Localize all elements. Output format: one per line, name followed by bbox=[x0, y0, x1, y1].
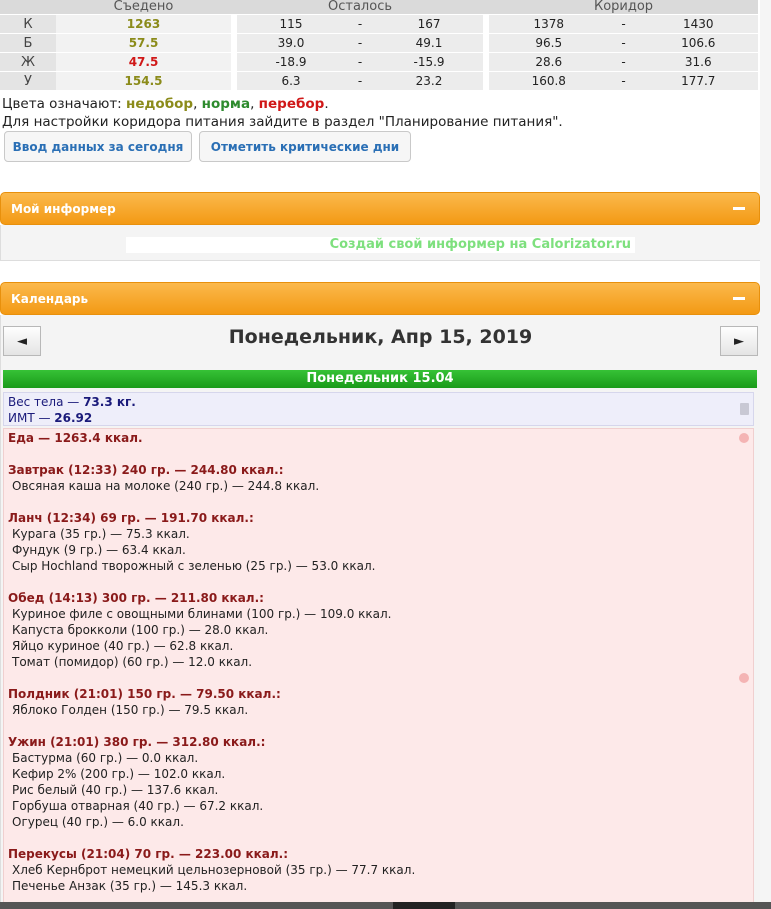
legend-over: перебор bbox=[258, 96, 325, 112]
meal-header: Ужин (21:01) 380 гр. — 312.80 ккал.: bbox=[8, 735, 266, 749]
list-item: Печенье Анзак (35 гр.) — 145.3 ккал. bbox=[12, 879, 248, 893]
header-eaten: Съедено bbox=[56, 0, 231, 15]
list-item: Куриное филе с овощными блинами (100 гр.… bbox=[12, 607, 392, 621]
page-scrollbar[interactable] bbox=[760, 0, 771, 909]
corridor-hint: Для настройки коридора питания зайдите в… bbox=[2, 114, 563, 130]
table-header-row: Съедено Осталось Коридор bbox=[0, 0, 758, 15]
meal-header: Обед (14:13) 300 гр. — 211.80 ккал.: bbox=[8, 591, 264, 605]
table-row: Б 57.5 39.0 - 49.1 96.5 - 106.6 bbox=[0, 33, 758, 53]
weight-box: Вес тела — 73.3 кг. ИМТ — 26.92 bbox=[3, 392, 754, 426]
dash: - bbox=[608, 14, 639, 34]
collapse-icon[interactable] bbox=[733, 207, 745, 210]
meal-header: Перекусы (21:04) 70 гр. — 223.00 ккал.: bbox=[8, 847, 289, 861]
corridor-max: 1430 bbox=[638, 14, 758, 34]
dash: - bbox=[608, 33, 639, 53]
bmi-value: 26.92 bbox=[54, 411, 93, 425]
remaining-min: 39.0 bbox=[237, 33, 346, 53]
list-item: Сыр Hochland творожный с зеленью (25 гр.… bbox=[12, 559, 376, 573]
day-header: Понедельник 15.04 bbox=[3, 370, 757, 388]
list-item: Хлеб Кернброт немецкий цельнозерновой (3… bbox=[12, 863, 416, 877]
legend-norm: норма bbox=[201, 96, 251, 112]
dash: - bbox=[345, 14, 376, 34]
table-row: К 1263 115 - 167 1378 - 1430 bbox=[0, 14, 758, 34]
color-legend: Цвета означают: недобор, норма, перебор. bbox=[2, 96, 329, 112]
mark-critical-days-button[interactable]: Отметить критические дни bbox=[199, 131, 411, 162]
dash: - bbox=[345, 33, 376, 53]
eaten-value: 1263 bbox=[56, 14, 231, 34]
list-item: Огурец (40 гр.) — 6.0 ккал. bbox=[12, 815, 184, 829]
informer-panel-header[interactable]: Мой информер bbox=[0, 192, 760, 225]
dash: - bbox=[345, 71, 376, 91]
dash: - bbox=[608, 71, 639, 91]
table-row: Ж 47.5 -18.9 - -15.9 28.6 - 31.6 bbox=[0, 52, 758, 72]
remaining-max: 23.2 bbox=[375, 71, 484, 91]
list-item: Фундук (9 гр.) — 63.4 ккал. bbox=[12, 543, 186, 557]
enter-today-data-button[interactable]: Ввод данных за сегодня bbox=[4, 131, 192, 162]
collapse-icon[interactable] bbox=[733, 297, 745, 300]
header-remaining: Осталось bbox=[237, 0, 484, 15]
corridor-min: 1378 bbox=[489, 14, 609, 34]
row-label: К bbox=[0, 14, 56, 34]
row-label: Ж bbox=[0, 52, 56, 72]
create-informer-link[interactable]: Создай свой информер на Calorizator.ru bbox=[126, 237, 635, 253]
list-item: Рис белый (40 гр.) — 137.6 ккал. bbox=[12, 783, 219, 797]
remaining-max: -15.9 bbox=[375, 52, 484, 72]
prev-day-button[interactable]: ◄ bbox=[3, 326, 41, 356]
calendar-panel-header[interactable]: Календарь bbox=[0, 282, 760, 315]
list-item: Яблоко Голден (150 гр.) — 79.5 ккал. bbox=[12, 703, 249, 717]
list-item: Курага (35 гр.) — 75.3 ккал. bbox=[12, 527, 190, 541]
list-item: Овсяная каша на молоке (240 гр.) — 244.8… bbox=[12, 479, 320, 493]
scrollbar-thumb[interactable] bbox=[393, 902, 455, 909]
list-item: Бастурма (60 гр.) — 0.0 ккал. bbox=[12, 751, 199, 765]
apple-icon[interactable] bbox=[739, 433, 749, 443]
calendar-title: Календарь bbox=[11, 291, 89, 306]
remaining-max: 167 bbox=[375, 14, 484, 34]
header-corridor: Коридор bbox=[489, 0, 758, 15]
list-item: Томат (помидор) (60 гр.) — 12.0 ккал. bbox=[12, 655, 253, 669]
informer-title: Мой информер bbox=[11, 201, 116, 216]
calendar-date-title: Понедельник, Апр 15, 2019 bbox=[228, 326, 533, 348]
nutrition-table: Съедено Осталось Коридор К 1263 115 - 16… bbox=[0, 0, 758, 91]
trash-icon[interactable] bbox=[740, 403, 749, 415]
list-item: Капуста брокколи (100 гр.) — 28.0 ккал. bbox=[12, 623, 269, 637]
dash: - bbox=[345, 52, 376, 72]
corridor-max: 106.6 bbox=[638, 33, 758, 53]
corridor-min: 160.8 bbox=[489, 71, 609, 91]
corridor-min: 96.5 bbox=[489, 33, 609, 53]
next-day-button[interactable]: ► bbox=[720, 326, 758, 356]
meal-header: Полдник (21:01) 150 гр. — 79.50 ккал.: bbox=[8, 687, 281, 701]
remaining-max: 49.1 bbox=[375, 33, 484, 53]
corridor-max: 177.7 bbox=[638, 71, 758, 91]
list-item: Яйцо куриное (40 гр.) — 62.8 ккал. bbox=[12, 639, 234, 653]
meal-header: Завтрак (12:33) 240 гр. — 244.80 ккал.: bbox=[8, 463, 284, 477]
list-item: Кефир 2% (200 гр.) — 102.0 ккал. bbox=[12, 767, 226, 781]
corridor-max: 31.6 bbox=[638, 52, 758, 72]
legend-under: недобор bbox=[126, 96, 194, 112]
remaining-min: 115 bbox=[237, 14, 346, 34]
eaten-value: 47.5 bbox=[56, 52, 231, 72]
list-item: Горбуша отварная (40 гр.) — 67.2 ккал. bbox=[12, 799, 264, 813]
weight-value: 73.3 кг. bbox=[83, 395, 136, 409]
remaining-min: -18.9 bbox=[237, 52, 346, 72]
food-total: Еда — 1263.4 ккал. bbox=[8, 431, 143, 445]
horizontal-scrollbar[interactable] bbox=[0, 902, 771, 909]
row-label: У bbox=[0, 71, 56, 91]
remaining-min: 6.3 bbox=[237, 71, 346, 91]
table-row: У 154.5 6.3 - 23.2 160.8 - 177.7 bbox=[0, 71, 758, 91]
row-label: Б bbox=[0, 33, 56, 53]
corridor-min: 28.6 bbox=[489, 52, 609, 72]
eaten-value: 154.5 bbox=[56, 71, 231, 91]
apple-icon[interactable] bbox=[739, 673, 749, 683]
meal-header: Ланч (12:34) 69 гр. — 191.70 ккал.: bbox=[8, 511, 254, 525]
dash: - bbox=[608, 52, 639, 72]
food-log: Еда — 1263.4 ккал. Завтрак (12:33) 240 г… bbox=[3, 428, 754, 909]
eaten-value: 57.5 bbox=[56, 33, 231, 53]
